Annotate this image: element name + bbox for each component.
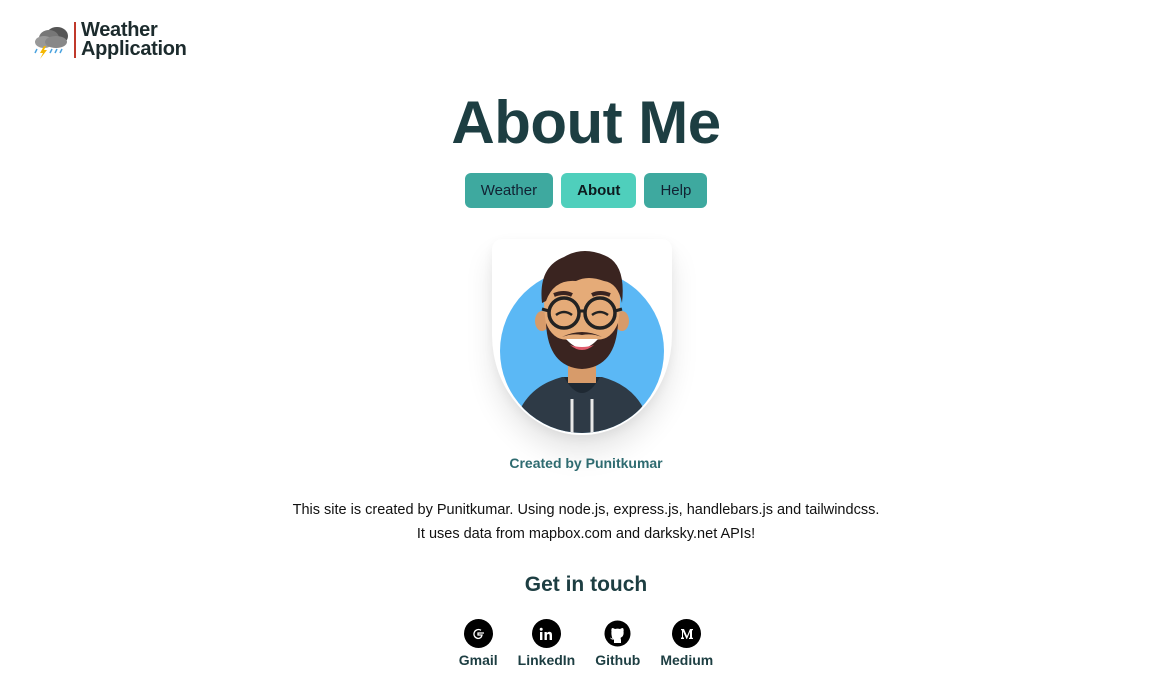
medium-label: Medium	[660, 652, 714, 668]
logo-link[interactable]: Weather Application	[32, 20, 187, 60]
nav-about-button[interactable]: About	[561, 173, 637, 208]
avatar	[492, 239, 672, 435]
logo-text: Weather Application	[81, 20, 187, 60]
linkedin-icon	[531, 619, 561, 648]
medium-icon	[672, 619, 702, 648]
logo-line2: Application	[81, 38, 187, 60]
github-label: Github	[595, 652, 641, 668]
storm-cloud-icon	[34, 27, 68, 59]
main-nav: Weather About Help	[0, 173, 1172, 208]
linkedin-link[interactable]: LinkedIn	[517, 619, 576, 668]
gmail-link[interactable]: Gmail	[459, 619, 498, 668]
google-icon	[463, 619, 493, 648]
gmail-label: Gmail	[458, 652, 498, 668]
medium-link[interactable]: Medium	[660, 619, 713, 668]
avatar-illustration	[500, 251, 664, 433]
description-line1: This site is created by Punitkumar. Usin…	[292, 502, 880, 518]
page: Weather Application About Me Weather Abo…	[0, 0, 1172, 676]
github-link[interactable]: Github	[595, 619, 640, 668]
logo-divider	[74, 22, 76, 58]
avatar-caption: Created by Punitkumar	[509, 455, 663, 471]
nav-weather-button[interactable]: Weather	[464, 173, 554, 208]
social-links: Gmail LinkedIn Github Medium	[0, 619, 1172, 668]
description-line2: It uses data from mapbox.com and darksky…	[416, 526, 756, 542]
nav-help-button[interactable]: Help	[644, 173, 708, 208]
github-icon	[603, 619, 633, 648]
description: This site is created by Punitkumar. Usin…	[0, 498, 1172, 546]
linkedin-label: LinkedIn	[517, 652, 576, 668]
page-title: About Me	[451, 89, 721, 156]
contact-heading: Get in touch	[524, 573, 648, 596]
